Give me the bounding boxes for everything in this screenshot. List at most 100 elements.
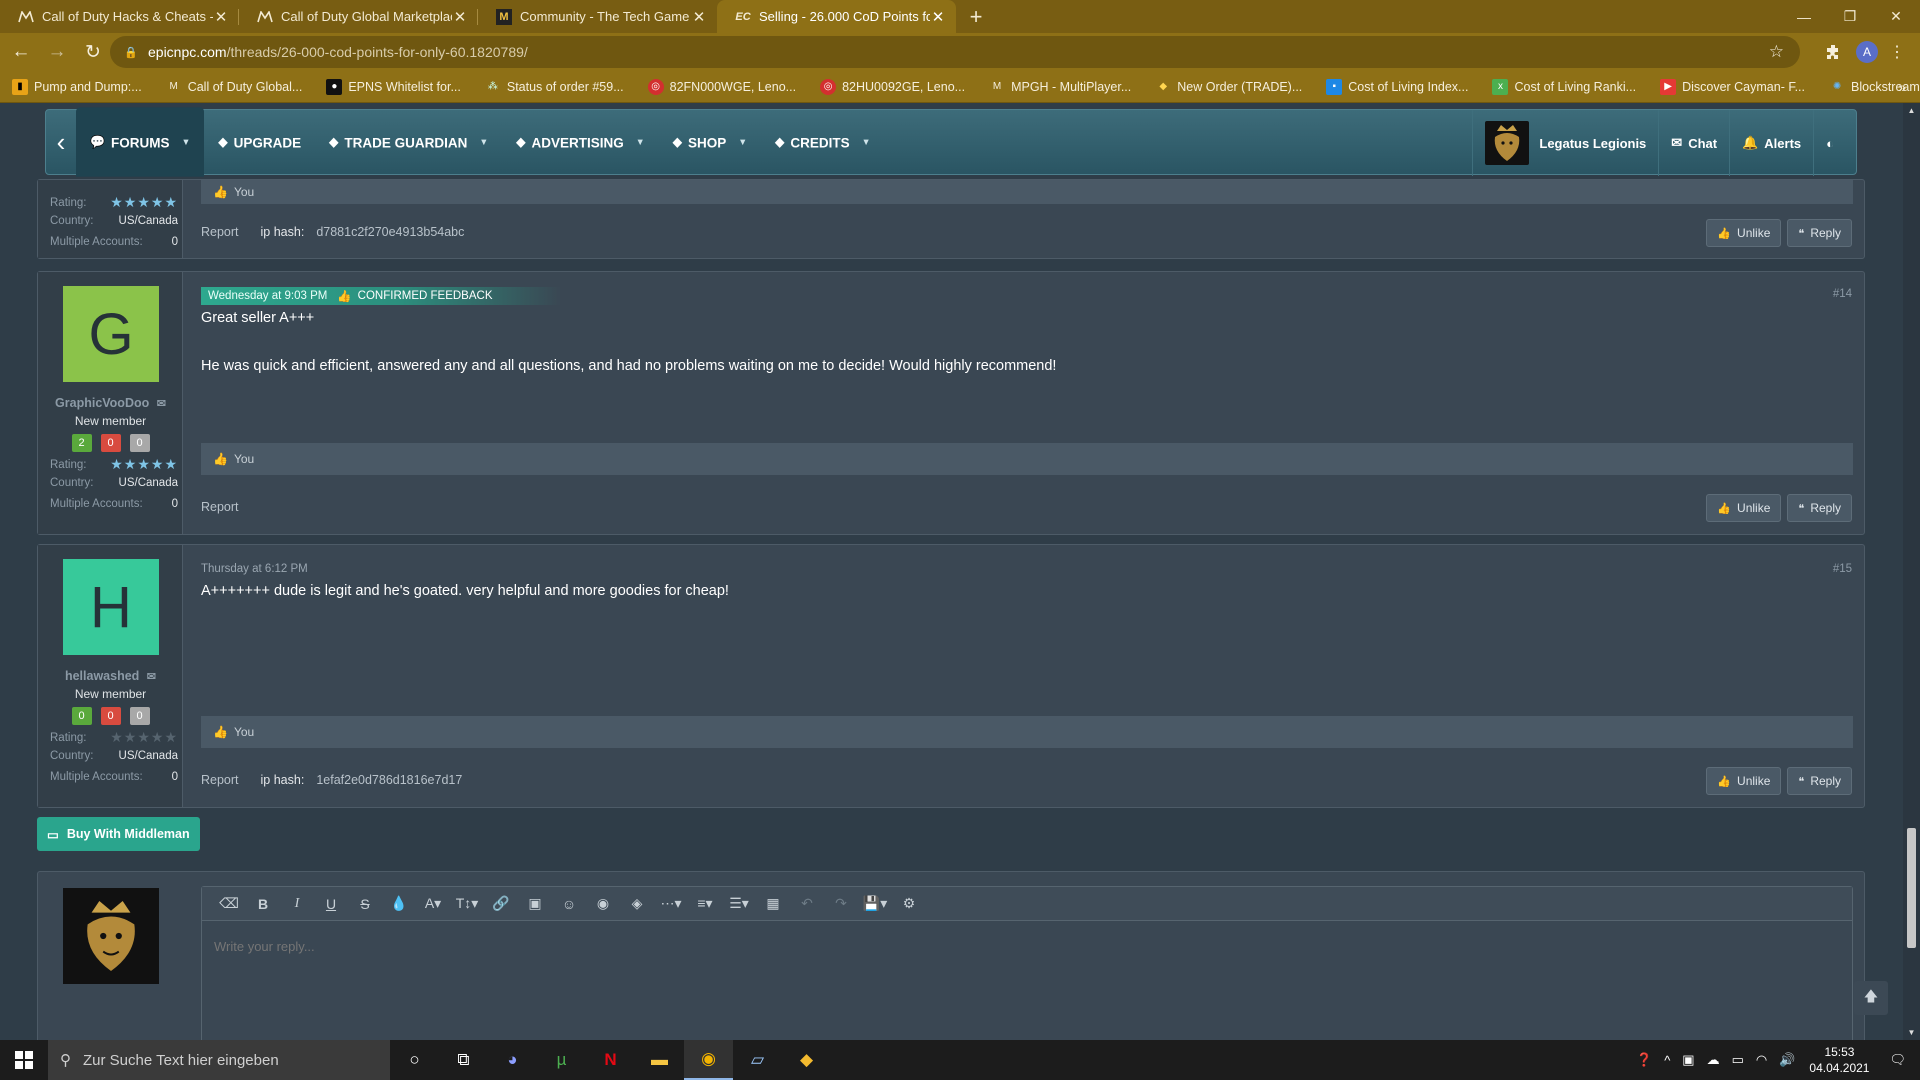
strikethrough-icon[interactable]: S bbox=[348, 896, 382, 912]
task-view-icon[interactable]: ⧉ bbox=[439, 1040, 488, 1080]
report-link[interactable]: Report bbox=[201, 773, 239, 787]
volume-icon[interactable]: 🔊 bbox=[1779, 1052, 1795, 1068]
close-icon[interactable]: ✕ bbox=[452, 8, 468, 26]
eraser-icon[interactable]: ⌫ bbox=[212, 895, 246, 912]
window-close-icon[interactable]: ✕ bbox=[1873, 0, 1919, 33]
close-icon[interactable]: ✕ bbox=[213, 8, 229, 26]
unlike-button[interactable]: 👍 Unlike bbox=[1706, 219, 1782, 247]
likes-bar[interactable]: 👍 You bbox=[201, 716, 1853, 748]
bookmark-item[interactable]: ▶ Discover Cayman- F... bbox=[1660, 78, 1805, 95]
nav-item-trade-guardian[interactable]: ◆ TRADE GUARDIAN ▼ bbox=[315, 107, 502, 176]
unlike-button[interactable]: 👍 Unlike bbox=[1706, 494, 1782, 522]
post-date[interactable]: Wednesday at 9:03 PM bbox=[208, 290, 327, 302]
close-icon[interactable]: ✕ bbox=[930, 8, 946, 26]
taskbar-search[interactable]: ⚲ Zur Suche Text hier eingeben bbox=[48, 1040, 390, 1080]
image-icon[interactable]: ▣ bbox=[518, 895, 552, 912]
chevron-down-icon[interactable]: ▼ bbox=[738, 137, 747, 148]
likes-bar[interactable]: 👍 You bbox=[201, 443, 1853, 475]
reply-button[interactable]: ❝ Reply bbox=[1787, 219, 1852, 247]
nav-item-forums[interactable]: 💬 FORUMS ▼ bbox=[76, 107, 205, 177]
bookmark-item[interactable]: ⁂ Status of order #59... bbox=[485, 79, 624, 95]
wifi-icon[interactable]: ◠ bbox=[1756, 1052, 1767, 1068]
reply-input[interactable] bbox=[214, 939, 1814, 954]
windows-start-icon[interactable] bbox=[0, 1040, 48, 1080]
clock[interactable]: 15:53 04.04.2021 bbox=[1809, 1044, 1869, 1076]
utorrent-icon[interactable]: µ bbox=[537, 1040, 586, 1080]
drafts-icon[interactable]: 💾▾ bbox=[858, 895, 892, 912]
buy-with-middleman-button[interactable]: ▭ Buy With Middleman bbox=[37, 817, 200, 851]
nav-item-shop[interactable]: ◆ SHOP ▼ bbox=[659, 107, 761, 176]
bookmarks-overflow-icon[interactable]: » bbox=[1898, 79, 1906, 95]
browser-tab-4[interactable]: EC Selling - 26.000 CoD Points for o ✕ bbox=[717, 0, 956, 33]
gear-icon[interactable]: ⚙ bbox=[892, 895, 926, 912]
reload-icon[interactable]: ↻ bbox=[78, 37, 108, 67]
post-number[interactable]: #14 bbox=[1833, 288, 1852, 300]
extensions-icon[interactable] bbox=[1819, 37, 1847, 67]
theme-toggle[interactable]: ◐ bbox=[1813, 110, 1846, 176]
file-explorer-icon[interactable]: ▬ bbox=[635, 1040, 684, 1080]
minimize-icon[interactable]: — bbox=[1781, 0, 1827, 33]
reply-button[interactable]: ❝ Reply bbox=[1787, 767, 1852, 795]
chevron-down-icon[interactable]: ▼ bbox=[636, 137, 645, 148]
user-avatar[interactable]: G bbox=[63, 286, 159, 382]
alerts-link[interactable]: 🔔 Alerts bbox=[1729, 110, 1813, 176]
neutral-badge[interactable]: 0 bbox=[129, 707, 150, 725]
chevron-down-icon[interactable]: ▼ bbox=[181, 137, 190, 148]
undo-icon[interactable]: ↶ bbox=[790, 895, 824, 912]
menu-dots-icon[interactable]: ⋮ bbox=[1885, 37, 1909, 67]
page-scrollbar[interactable]: ▲ ▼ bbox=[1903, 103, 1920, 1040]
neutral-badge[interactable]: 0 bbox=[129, 434, 150, 452]
unlike-button[interactable]: 👍 Unlike bbox=[1706, 767, 1782, 795]
font-size-icon[interactable]: T↕▾ bbox=[450, 895, 484, 912]
inline-spoiler-icon[interactable]: ◈ bbox=[620, 895, 654, 912]
close-icon[interactable]: ✕ bbox=[691, 8, 707, 26]
scroll-down-icon[interactable]: ▼ bbox=[1903, 1025, 1920, 1040]
binance-icon[interactable]: ◆ bbox=[782, 1040, 831, 1080]
username[interactable]: hellawashed ✉ bbox=[38, 669, 183, 683]
list-icon[interactable]: ☰▾ bbox=[722, 895, 756, 912]
nav-item-advertising[interactable]: ◆ ADVERTISING ▼ bbox=[502, 107, 658, 176]
link-icon[interactable]: 🔗 bbox=[484, 895, 518, 912]
likes-bar[interactable]: 👍 You bbox=[201, 180, 1853, 204]
report-link[interactable]: Report bbox=[201, 225, 239, 239]
post-date[interactable]: Thursday at 6:12 PM bbox=[201, 563, 308, 575]
scroll-up-icon[interactable]: ▲ bbox=[1903, 103, 1920, 118]
scrollbar-thumb[interactable] bbox=[1907, 828, 1916, 948]
bookmark-item[interactable]: ● EPNS Whitelist for... bbox=[326, 78, 461, 95]
bookmark-item[interactable]: ✺ Blockstream Green:... bbox=[1829, 79, 1920, 95]
browser-tab-1[interactable]: Call of Duty Hacks & Cheats - M ✕ bbox=[0, 0, 239, 33]
envelope-icon[interactable]: ✉ bbox=[147, 671, 156, 683]
nav-back-icon[interactable]: ‹ bbox=[46, 109, 76, 175]
profile-avatar[interactable]: A bbox=[1853, 37, 1881, 67]
nav-item-credits[interactable]: ◆ CREDITS ▼ bbox=[761, 107, 884, 176]
address-bar[interactable]: 🔒 epicnpc.com/threads/26-000-cod-points-… bbox=[110, 36, 1800, 68]
bookmark-item[interactable]: M MPGH - MultiPlayer... bbox=[989, 79, 1131, 95]
spoiler-icon[interactable]: ◉ bbox=[586, 895, 620, 912]
italic-icon[interactable]: I bbox=[280, 896, 314, 912]
bold-icon[interactable]: B bbox=[246, 896, 280, 912]
font-family-icon[interactable]: A▾ bbox=[416, 895, 450, 912]
bookmark-star-icon[interactable]: ☆ bbox=[1769, 42, 1784, 62]
chevron-down-icon[interactable]: ▼ bbox=[479, 137, 488, 148]
align-icon[interactable]: ≡▾ bbox=[688, 895, 722, 912]
browser-tab-2[interactable]: Call of Duty Global Marketplace ✕ bbox=[239, 0, 478, 33]
notifications-icon[interactable]: 🗨 bbox=[1889, 1052, 1906, 1068]
username[interactable]: GraphicVooDoo ✉ bbox=[38, 396, 183, 410]
forward-icon[interactable]: → bbox=[42, 37, 72, 67]
negative-badge[interactable]: 0 bbox=[100, 434, 121, 452]
report-link[interactable]: Report bbox=[201, 500, 239, 514]
discord-icon[interactable]: ◕ bbox=[488, 1040, 537, 1080]
cortana-icon[interactable]: ○ bbox=[390, 1040, 439, 1080]
bookmark-item[interactable]: ◎ 82HU0092GE, Leno... bbox=[820, 78, 965, 95]
nav-item-upgrade[interactable]: ◆ UPGRADE bbox=[204, 107, 315, 176]
envelope-icon[interactable]: ✉ bbox=[157, 398, 166, 410]
help-icon[interactable]: ❓ bbox=[1636, 1052, 1652, 1068]
bookmark-item[interactable]: ◎ 82FN000WGE, Leno... bbox=[647, 78, 796, 95]
chevron-up-icon[interactable]: ^ bbox=[1664, 1053, 1670, 1068]
bookmark-item[interactable]: ▮ Pump and Dump:... bbox=[12, 78, 142, 95]
table-icon[interactable]: ▦ bbox=[756, 895, 790, 912]
redo-icon[interactable]: ↷ bbox=[824, 895, 858, 912]
bookmark-item[interactable]: x Cost of Living Ranki... bbox=[1492, 78, 1636, 95]
cloud-icon[interactable]: ☁ bbox=[1707, 1052, 1720, 1068]
remote-desktop-icon[interactable]: ▱ bbox=[733, 1040, 782, 1080]
